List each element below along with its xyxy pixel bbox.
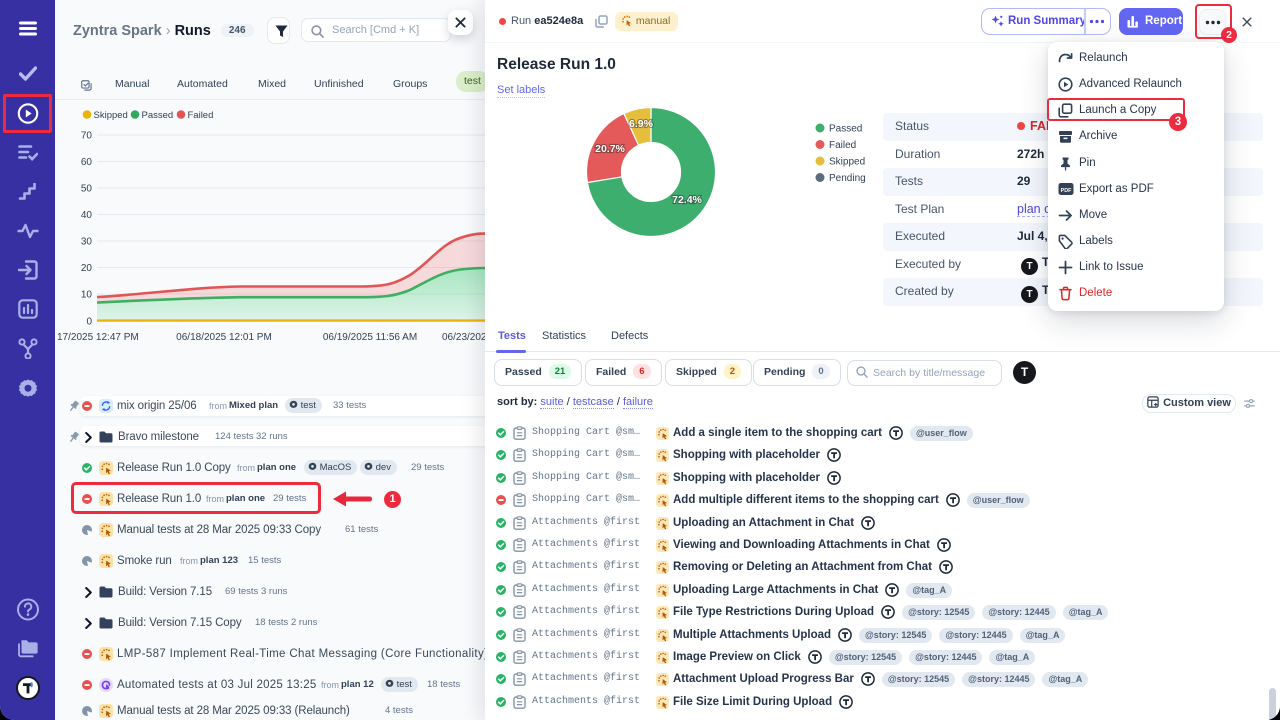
svg-text:Pending: Pending: [829, 173, 866, 184]
svg-text:Failed: Failed: [188, 110, 214, 121]
svg-text:Passed: Passed: [829, 124, 862, 135]
svg-text:20: 20: [81, 263, 93, 274]
svg-text:Failed: Failed: [829, 140, 856, 151]
svg-text:06/19/2025 11:56 AM: 06/19/2025 11:56 AM: [323, 332, 417, 343]
svg-text:PDF: PDF: [1061, 188, 1072, 194]
svg-text:17/2025 12:47 PM: 17/2025 12:47 PM: [57, 332, 139, 343]
svg-text:40: 40: [81, 210, 93, 221]
svg-text:0: 0: [86, 317, 92, 328]
svg-text:70: 70: [81, 131, 93, 142]
svg-text:6.9%: 6.9%: [629, 118, 654, 130]
svg-text:10: 10: [81, 290, 93, 301]
svg-text:Skipped: Skipped: [94, 110, 128, 121]
svg-text:50: 50: [81, 184, 93, 195]
svg-text:60: 60: [81, 157, 93, 168]
svg-text:06/23/202: 06/23/202: [442, 332, 485, 343]
svg-text:30: 30: [81, 237, 93, 248]
svg-text:Skipped: Skipped: [829, 157, 865, 168]
svg-text:Passed: Passed: [142, 110, 174, 121]
svg-text:72.4%: 72.4%: [672, 194, 702, 206]
svg-text:20.7%: 20.7%: [595, 143, 625, 155]
svg-text:06/18/2025 12:01 PM: 06/18/2025 12:01 PM: [176, 332, 272, 343]
